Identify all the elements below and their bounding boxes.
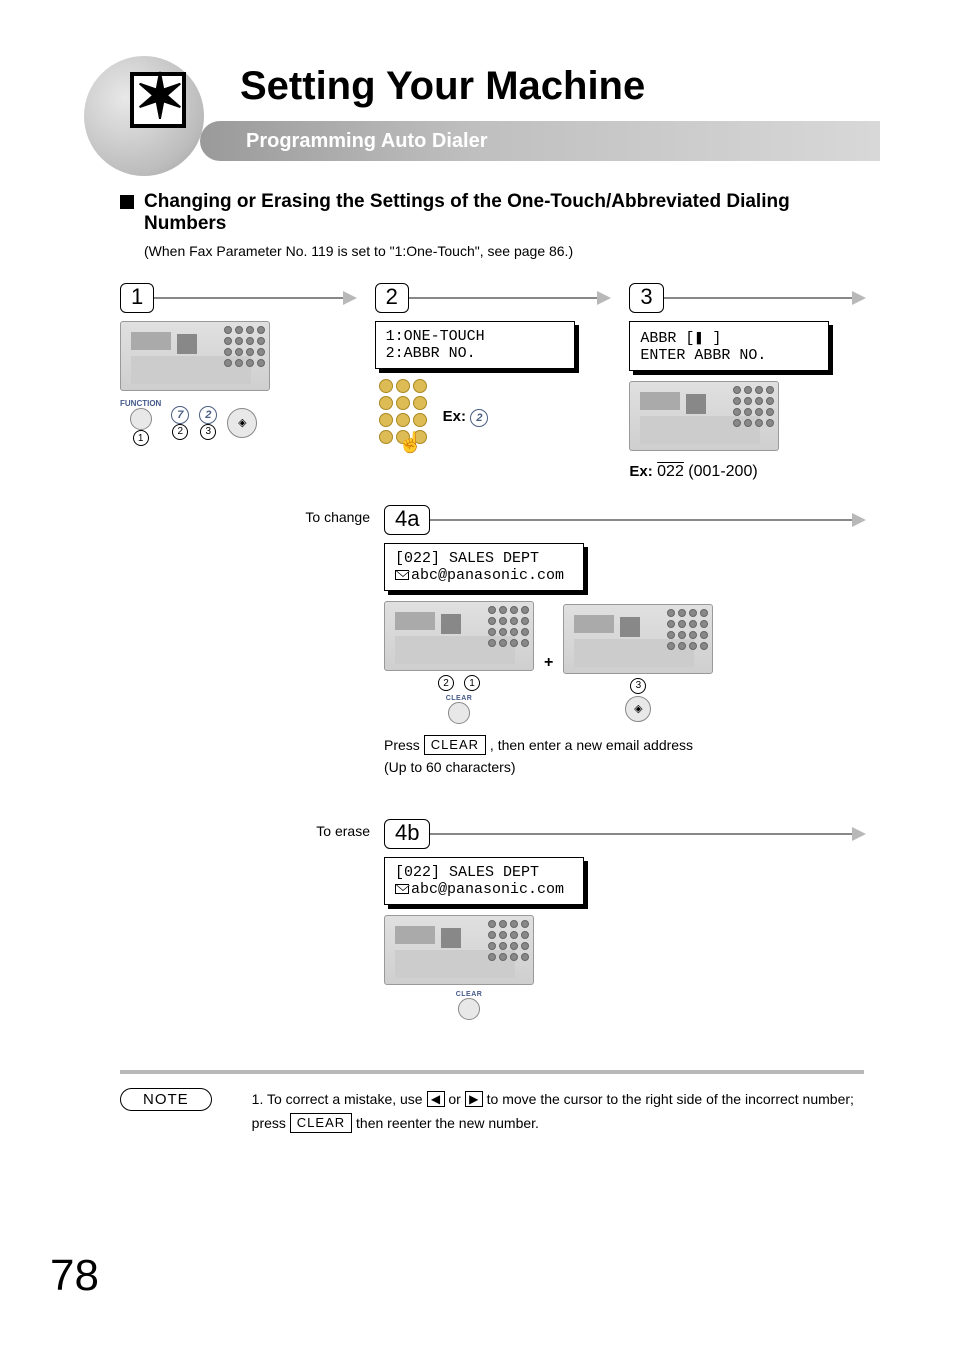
step-number: 1 — [120, 283, 154, 313]
page-title: Setting Your Machine — [240, 64, 954, 109]
pointing-hand-icon: ☝ — [398, 430, 423, 455]
steps-1-2-3-row: 1 FUNCTION 1 7 2 2 3 — [120, 283, 864, 481]
square-bullet-icon — [120, 195, 134, 209]
lcd-line-1: ABBR [❚ ] — [640, 330, 721, 347]
page-subtitle: Programming Auto Dialer — [246, 130, 488, 153]
step-number: 4b — [384, 819, 430, 849]
step-4b-side-label: To erase — [316, 823, 370, 839]
step-4b: To erase 4b [022] SALES DEPT abc@panason… — [120, 819, 864, 1020]
fax-panel-illustration — [384, 601, 534, 671]
sequence-3: 3 — [630, 678, 646, 694]
clear-key: CLEAR — [290, 1113, 352, 1133]
clear-button[interactable] — [448, 702, 470, 724]
step-4a-instruction: Press CLEAR , then enter a new email add… — [384, 734, 864, 779]
step-3: 3 ABBR [❚ ] ENTER ABBR NO. Ex: 022 (001-… — [629, 283, 864, 481]
example-value: 022 — [657, 463, 684, 480]
section-heading-row: Changing or Erasing the Settings of the … — [120, 191, 864, 235]
example-label: Ex: — [629, 463, 652, 480]
lcd-line-2: abc@panasonic.com — [395, 881, 564, 898]
fax-panel-illustration — [563, 604, 713, 674]
example-range: (001-200) — [688, 463, 757, 480]
lcd-display: [022] SALES DEPT abc@panasonic.com — [384, 857, 584, 905]
mail-icon — [395, 570, 409, 580]
content-area: Changing or Erasing the Settings of the … — [0, 161, 954, 1135]
note-label: NOTE — [120, 1088, 212, 1111]
step-number: 3 — [629, 283, 663, 313]
step-2: 2 1:ONE-TOUCH 2:ABBR NO. ☝ Ex: 2 — [375, 283, 610, 481]
example-value: 2 — [470, 409, 488, 427]
sequence-1: 1 — [464, 675, 480, 691]
lcd-line-2: ENTER ABBR NO. — [640, 347, 766, 364]
section-subnote: (When Fax Parameter No. 119 is set to "1… — [144, 243, 864, 259]
sequence-1: 1 — [133, 430, 149, 446]
keypad-illustration: ☝ — [375, 379, 431, 455]
sequence-3: 3 — [200, 424, 216, 440]
fax-panel-illustration — [120, 321, 270, 391]
lcd-line-1: 1:ONE-TOUCH — [386, 328, 485, 345]
sequence-2: 2 — [438, 675, 454, 691]
fax-panel-illustration — [629, 381, 779, 451]
nav-wheel-icon: ◈ — [227, 408, 257, 438]
step-1: 1 FUNCTION 1 7 2 2 3 — [120, 283, 355, 481]
lcd-display: ABBR [❚ ] ENTER ABBR NO. — [629, 321, 829, 371]
note-divider — [120, 1070, 864, 1074]
lcd-line-1: [022] SALES DEPT — [395, 864, 539, 881]
flow-arrow-icon — [428, 519, 864, 521]
note-row: NOTE 1. To correct a mistake, use ◀ or ▶… — [120, 1088, 864, 1136]
flow-arrow-icon — [662, 297, 864, 299]
step-4a-side-label: To change — [305, 509, 370, 525]
bookmark-icon: ✶ — [72, 42, 222, 172]
step-4a: To change 4a [022] SALES DEPT abc@panaso… — [120, 505, 864, 779]
lcd-line-2: abc@panasonic.com — [395, 567, 564, 584]
flow-arrow-icon — [152, 297, 354, 299]
fax-panel-illustration — [384, 915, 534, 985]
clear-button[interactable] — [458, 998, 480, 1020]
function-button[interactable] — [130, 408, 152, 430]
clear-key: CLEAR — [424, 735, 486, 755]
sequence-2: 2 — [172, 424, 188, 440]
keypad-7-button[interactable]: 7 — [171, 406, 189, 424]
step-number: 2 — [375, 283, 409, 313]
function-label: FUNCTION — [120, 399, 161, 408]
section-heading: Changing or Erasing the Settings of the … — [144, 191, 864, 235]
devices-row: 2 1 CLEAR + 3 — [384, 601, 864, 724]
step-number: 4a — [384, 505, 430, 535]
example-label: Ex: — [443, 408, 466, 425]
clear-label: CLEAR — [456, 991, 483, 998]
flow-arrow-icon — [428, 833, 864, 835]
lcd-display: 1:ONE-TOUCH 2:ABBR NO. — [375, 321, 575, 369]
mail-icon — [395, 884, 409, 894]
flow-arrow-icon — [407, 297, 609, 299]
function-buttons: FUNCTION 1 7 2 2 3 ◈ — [120, 399, 355, 446]
nav-wheel-icon: ◈ — [625, 696, 651, 722]
clear-label: CLEAR — [446, 695, 473, 702]
plus-icon: + — [544, 654, 553, 672]
lcd-line-2: 2:ABBR NO. — [386, 345, 476, 362]
note-text: 1. To correct a mistake, use ◀ or ▶ to m… — [252, 1088, 864, 1136]
page-header: ✶ Setting Your Machine Programming Auto … — [0, 0, 954, 161]
right-arrow-key-icon: ▶ — [465, 1091, 483, 1107]
lcd-line-1: [022] SALES DEPT — [395, 550, 539, 567]
left-arrow-key-icon: ◀ — [427, 1091, 445, 1107]
keypad-2-button[interactable]: 2 — [199, 406, 217, 424]
lcd-display: [022] SALES DEPT abc@panasonic.com — [384, 543, 584, 591]
page-subtitle-bar: Programming Auto Dialer — [200, 121, 880, 161]
page-number: 78 — [50, 1251, 99, 1301]
